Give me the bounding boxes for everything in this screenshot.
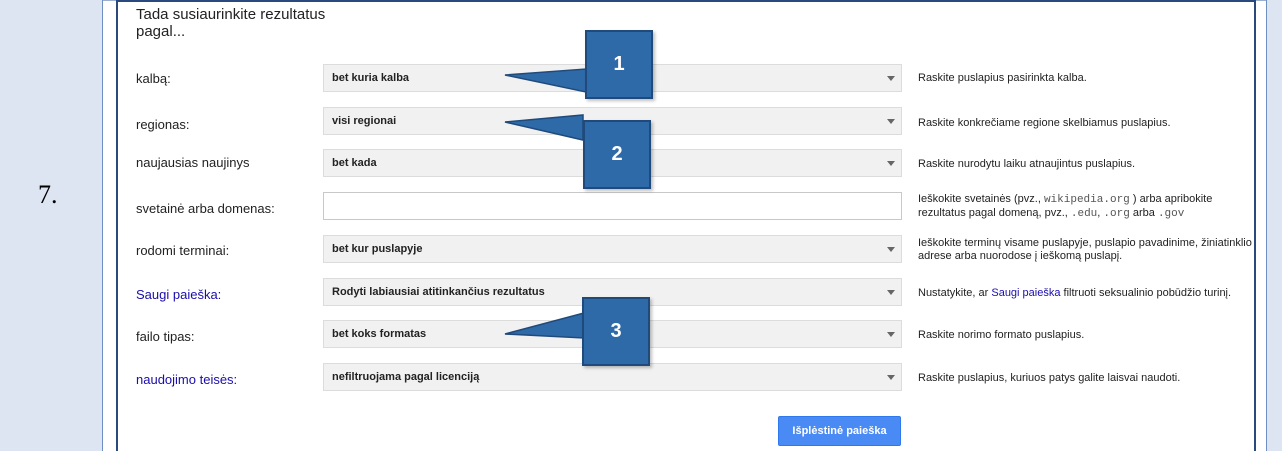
callout-1: 1 — [585, 30, 653, 99]
callout-2: 2 — [583, 120, 651, 189]
callout-3: 3 — [582, 297, 650, 366]
